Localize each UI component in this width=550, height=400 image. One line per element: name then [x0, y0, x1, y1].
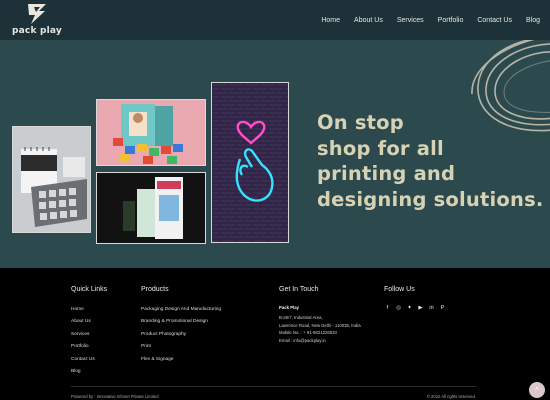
contact-mobile[interactable]: Mobile No. : + 91-9821226533	[279, 329, 361, 337]
tagline-line-4: designing solutions.	[317, 187, 544, 211]
hero-banner: On stop shop for all printing and design…	[0, 40, 550, 268]
nav-services[interactable]: Services	[397, 17, 424, 24]
footer-link-home[interactable]: Home	[71, 304, 95, 316]
main-nav: Home About Us Services Portfolio Contact…	[307, 0, 540, 40]
products-list: Packaging Design And Manufacturing Brand…	[141, 304, 221, 366]
contact-email[interactable]: Email : info@packplay.in	[279, 337, 361, 345]
product-link-branding[interactable]: Branding & Promotional Design	[141, 316, 221, 328]
footer-link-portfolio[interactable]: Portfolio	[71, 341, 95, 353]
facebook-icon[interactable]: f	[384, 304, 391, 311]
product-link-packaging[interactable]: Packaging Design And Manufacturing	[141, 304, 221, 316]
site-footer: Quick Links Home About Us Services Portf…	[0, 268, 550, 400]
toy-box-image	[96, 99, 206, 166]
pinterest-icon[interactable]: P	[439, 304, 446, 311]
standee-graphic	[97, 173, 205, 243]
quick-links-title: Quick Links	[71, 286, 108, 293]
footer-link-services[interactable]: Services	[71, 329, 95, 341]
contact-company: Pack Play	[279, 305, 300, 310]
hero-tagline: On stop shop for all printing and design…	[317, 110, 547, 212]
logo[interactable]: pack play	[12, 3, 72, 37]
site-header: pack play Home About Us Services Portfol…	[0, 0, 550, 40]
product-link-flex-signage[interactable]: Flex & Signage	[141, 354, 221, 366]
contact-address-line-2: Lawrence Road, New Delhi - 110035, India	[279, 322, 361, 328]
footer-link-blog[interactable]: Blog	[71, 366, 95, 378]
youtube-icon[interactable]: ▶	[417, 304, 424, 311]
calendar-graphic	[13, 127, 90, 232]
product-link-photography[interactable]: Product Photography	[141, 329, 221, 341]
nav-about-us[interactable]: About Us	[354, 17, 383, 24]
scroll-to-top-button[interactable]: ^	[529, 382, 545, 398]
contact-title: Get In Touch	[279, 286, 319, 293]
copyright: © 2022 All rights reserved.	[426, 394, 476, 399]
tagline-line-3: printing and	[317, 162, 456, 185]
nav-home[interactable]: Home	[321, 17, 340, 24]
logo-mark-icon	[28, 4, 46, 24]
instagram-icon[interactable]: ◎	[395, 304, 402, 311]
chevron-up-icon: ^	[535, 385, 539, 395]
tagline-line-2: shop for all	[317, 136, 444, 160]
linkedin-icon[interactable]: in	[428, 304, 435, 311]
nav-portfolio[interactable]: Portfolio	[438, 17, 464, 24]
standee-image	[96, 172, 206, 244]
logo-text: pack play	[12, 26, 62, 36]
footer-divider	[71, 386, 476, 387]
twitter-icon[interactable]: ✦	[406, 304, 413, 311]
toy-box-graphic	[97, 100, 205, 165]
neon-graphic	[212, 83, 288, 242]
nav-contact-us[interactable]: Contact Us	[477, 17, 512, 24]
nav-blog[interactable]: Blog	[526, 17, 540, 24]
contact-details: Pack Play B-28/7, Industrial Area, Lawre…	[279, 304, 361, 345]
products-title: Products	[141, 286, 169, 293]
footer-link-contact-us[interactable]: Contact Us	[71, 354, 95, 366]
footer-link-about-us[interactable]: About Us	[71, 316, 95, 328]
calendar-image	[12, 126, 91, 233]
follow-title: Follow Us	[384, 286, 415, 293]
quick-links-list: Home About Us Services Portfolio Contact…	[71, 304, 95, 378]
tagline-line-1: On stop	[317, 111, 404, 134]
powered-by[interactable]: Powered by : Innovative Infonet Private …	[71, 394, 159, 399]
neon-sign-image	[211, 82, 289, 243]
contact-address-line-1: B-28/7, Industrial Area,	[279, 314, 323, 320]
social-icons: f ◎ ✦ ▶ in P	[384, 304, 446, 311]
product-link-print[interactable]: Print	[141, 341, 221, 353]
